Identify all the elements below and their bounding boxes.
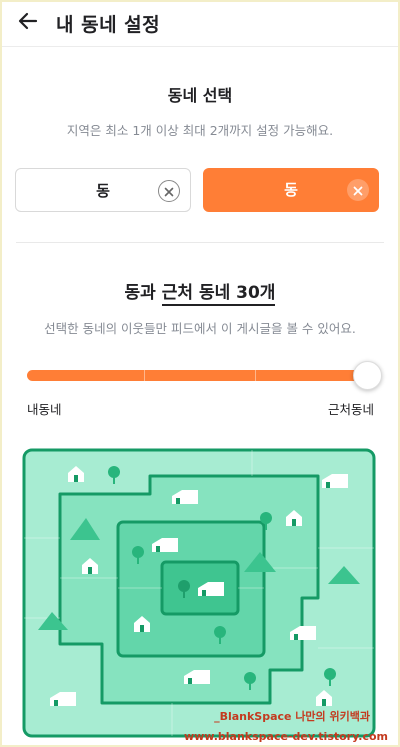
slider-track[interactable] <box>27 370 365 381</box>
watermark-blog-url: www.blankspace-dev.tistory.com <box>183 730 388 743</box>
close-icon <box>164 182 174 201</box>
range-description: 선택한 동네의 이웃들만 피드에서 이 게시글을 볼 수 있어요. <box>44 321 356 336</box>
slider-tick <box>255 370 256 381</box>
watermark-blog-name: _BlankSpace 나만의 위키백과 <box>214 710 370 723</box>
neighborhood-range-map <box>22 448 376 738</box>
app-header: 내 동네 설정 <box>2 2 398 44</box>
remove-chip-button[interactable] <box>347 179 369 201</box>
range-title-prefix: 동과 <box>124 283 162 303</box>
section-description-select: 지역은 최소 1개 이상 최대 2개까지 설정 가능해요. <box>66 123 334 138</box>
range-slider[interactable] <box>27 361 382 390</box>
neighborhood-chip-2-selected[interactable]: 동 <box>203 168 379 212</box>
header-divider <box>2 46 398 47</box>
range-title: 동과 근처 동네 30개 <box>2 278 398 306</box>
neighborhood-chip-1[interactable]: 동 <box>15 168 191 212</box>
close-icon <box>353 181 363 200</box>
section-divider <box>16 242 384 243</box>
back-button[interactable] <box>14 9 42 37</box>
slider-min-label: 내동네 <box>27 402 62 417</box>
slider-handle[interactable] <box>353 361 382 390</box>
arrow-left-icon <box>17 10 39 36</box>
page-title: 내 동네 설정 <box>56 14 161 36</box>
range-title-count: 근처 동네 30개 <box>161 283 276 306</box>
slider-tick <box>144 370 145 381</box>
section-title-select: 동네 선택 <box>167 86 233 105</box>
slider-max-label: 근처동네 <box>327 402 374 417</box>
screen: 내 동네 설정 동네 선택 지역은 최소 1개 이상 최대 2개까지 설정 가능… <box>2 2 398 745</box>
remove-chip-button[interactable] <box>158 180 180 202</box>
